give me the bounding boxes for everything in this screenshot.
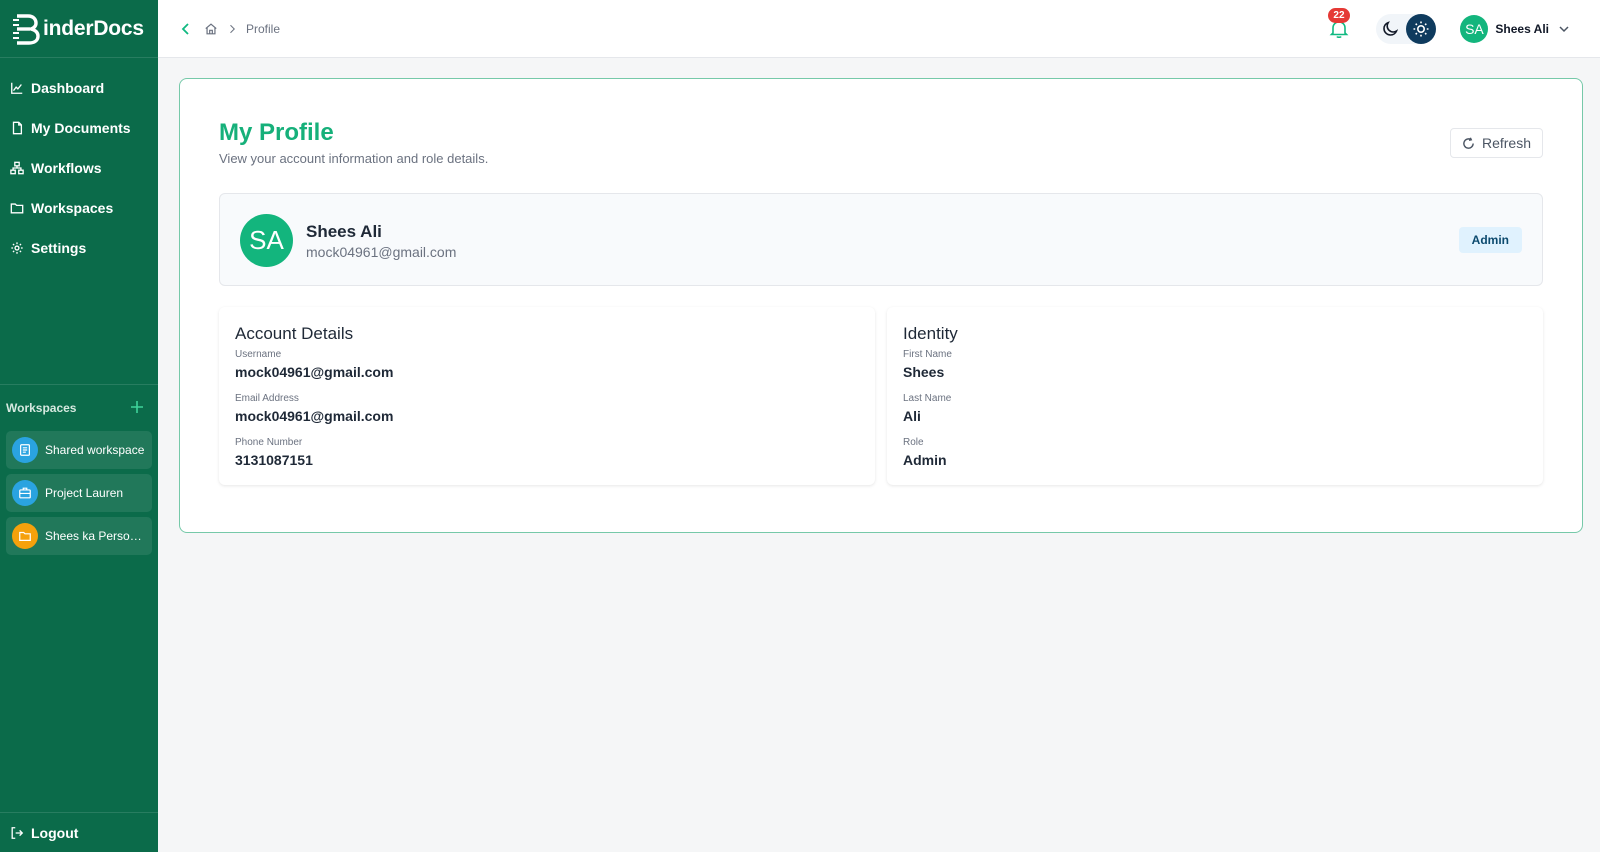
home-icon[interactable] [204, 22, 218, 36]
refresh-icon [1463, 136, 1474, 149]
sidebar-nav: Dashboard My Documents Workflows Workspa… [0, 58, 158, 268]
sidebar-item-workspaces[interactable]: Workspaces [0, 188, 158, 228]
header-actions: 22 SA Shees Ali [1328, 0, 1600, 58]
refresh-button[interactable]: Refresh [1449, 128, 1543, 158]
profile-email: mock04961@gmail.com [306, 244, 457, 260]
breadcrumb-current: Profile [246, 21, 281, 36]
page-subtitle: View your account information and role d… [219, 151, 489, 166]
avatar: SA [240, 214, 293, 267]
workspace-label: Project Lauren [45, 486, 124, 500]
identity-title: Identity [903, 324, 958, 343]
chart-line-icon [11, 82, 23, 94]
top-header: Profile 22 SA Shees Ali [158, 0, 1600, 58]
light-mode-button[interactable] [1406, 14, 1437, 44]
first-name-label: First Name [903, 349, 952, 360]
gear-icon [11, 242, 23, 254]
account-details-title: Account Details [235, 324, 354, 343]
sidebar-item-label: My Documents [31, 120, 131, 136]
briefcase-icon [12, 480, 38, 506]
notifications-button[interactable]: 22 [1328, 8, 1350, 40]
user-name: Shees Ali [1495, 22, 1549, 36]
add-workspace-button[interactable] [130, 398, 144, 418]
sidebar-item-workflows[interactable]: Workflows [0, 148, 158, 188]
logout-label: Logout [31, 824, 79, 841]
logout-button[interactable]: Logout [0, 812, 158, 852]
folder-icon [12, 523, 38, 549]
role-value: Admin [903, 452, 947, 468]
app-logo[interactable]: inderDocs [0, 0, 158, 58]
phone-label: Phone Number [235, 437, 303, 448]
workspace-item-project-lauren[interactable]: Project Lauren [6, 474, 152, 512]
workspace-item-shared[interactable]: Shared workspace [6, 431, 152, 469]
page-title: My Profile [219, 119, 334, 146]
workflow-icon [10, 161, 24, 175]
sidebar-item-label: Settings [31, 240, 87, 256]
sidebar-item-label: Workspaces [31, 200, 114, 216]
file-icon [12, 121, 23, 135]
email-value: mock04961@gmail.com [235, 408, 394, 424]
workspace-label: Shees ka Personal [45, 529, 145, 543]
first-name-value: Shees [903, 364, 945, 380]
moon-icon [1383, 21, 1399, 36]
binderdocs-logo-icon [13, 13, 40, 45]
theme-toggle [1376, 14, 1437, 44]
profile-name: Shees Ali [306, 222, 382, 241]
role-label: Role [903, 437, 924, 448]
workspace-label: Shared workspace [45, 443, 145, 457]
refresh-label: Refresh [1481, 135, 1531, 151]
sidebar-item-my-documents[interactable]: My Documents [0, 108, 158, 148]
chevron-right-icon [230, 24, 235, 33]
sidebar-item-label: Workflows [31, 160, 102, 176]
profile-card: My Profile View your account information… [179, 78, 1583, 533]
logout-icon [11, 826, 24, 839]
profile-summary: SA Shees Ali mock04961@gmail.com Admin [219, 193, 1543, 286]
phone-value: 3131087151 [235, 452, 313, 468]
sun-icon [1413, 21, 1429, 37]
last-name-label: Last Name [903, 393, 952, 404]
document-icon [12, 437, 38, 463]
app-name: inderDocs [43, 16, 144, 40]
email-label: Email Address [235, 393, 299, 404]
workspaces-section: Workspaces Shared workspace Project Laur… [0, 384, 158, 560]
avatar: SA [1460, 15, 1489, 43]
username-value: mock04961@gmail.com [235, 364, 394, 380]
plus-icon [131, 401, 143, 413]
sidebar-item-label: Dashboard [31, 80, 105, 96]
last-name-value: Ali [903, 408, 921, 424]
workspaces-header: Workspaces [0, 385, 158, 431]
notification-count-badge: 22 [1328, 8, 1350, 23]
sidebar-item-settings[interactable]: Settings [0, 228, 158, 268]
identity-panel: Identity First Name Shees Last Name Ali … [887, 307, 1543, 485]
user-menu[interactable]: SA Shees Ali [1460, 15, 1570, 43]
workspace-item-personal[interactable]: Shees ka Personal [6, 517, 152, 555]
back-chevron-icon[interactable] [178, 21, 194, 37]
workspaces-title: Workspaces [6, 401, 77, 415]
account-details-panel: Account Details Username mock04961@gmail… [219, 307, 875, 485]
sidebar-item-dashboard[interactable]: Dashboard [0, 68, 158, 108]
folder-icon [10, 203, 24, 214]
breadcrumb: Profile [204, 22, 280, 36]
chevron-down-icon [1559, 26, 1569, 33]
username-label: Username [235, 349, 282, 360]
dark-mode-button[interactable] [1376, 14, 1406, 44]
sidebar: inderDocs Dashboard My Documents Workflo… [0, 0, 158, 852]
role-badge: Admin [1458, 227, 1522, 253]
